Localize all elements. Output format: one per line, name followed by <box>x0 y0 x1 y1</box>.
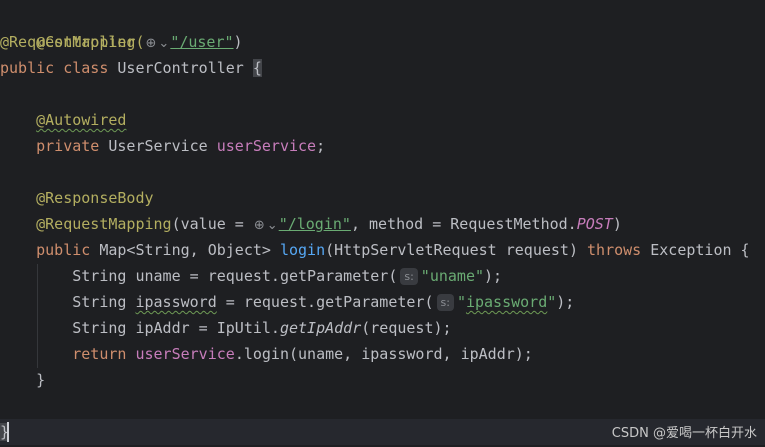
enum-constant: POST <box>576 215 613 233</box>
string-literal: " <box>456 293 466 311</box>
variable-name: ipassword <box>135 293 217 311</box>
code-line: String ipAddr = IpUtil.getIpAddr(request… <box>0 315 765 341</box>
code-text: .login(uname, ipassword, ipAddr); <box>234 345 533 363</box>
semicolon: ; <box>316 137 326 155</box>
code-text: ); <box>484 267 503 285</box>
class-name: UserController <box>117 59 244 77</box>
string-literal[interactable]: "/user" <box>170 33 233 51</box>
code-line: @RequestMapping(⊕ ⌄"/user") <box>0 29 765 55</box>
code-line: String uname = request.getParameter(s: "u… <box>0 263 765 289</box>
annotation: @RequestMapping( <box>0 33 145 51</box>
code-line: } <box>0 367 765 393</box>
keyword: public <box>0 59 55 77</box>
code-text: (HttpServletRequest request) <box>325 241 578 259</box>
field-name: userService <box>135 345 235 363</box>
indent-guide <box>37 264 38 368</box>
string-literal: " <box>547 293 557 311</box>
type-name: Map<String, Object> <box>99 241 271 259</box>
code-line: String ipassword = request.getParameter(… <box>0 289 765 315</box>
keyword: throws <box>587 241 642 259</box>
brace: { <box>252 59 262 77</box>
code-text: Exception { <box>650 241 750 259</box>
brace: } <box>36 371 46 389</box>
code-text: (value = <box>171 215 253 233</box>
code-line: @ResponseBody <box>0 185 765 211</box>
code-line: public class UserController { <box>0 55 765 81</box>
chevron-down-icon[interactable]: ⌄ <box>267 213 278 239</box>
annotation: @RequestMapping <box>36 215 172 233</box>
method-name: login <box>279 241 326 259</box>
code-line: @RequestMapping(value = ⊕ ⌄"/login", meth… <box>0 211 765 237</box>
code-line: @Controller <box>0 3 765 51</box>
string-literal: ipassword <box>465 293 548 311</box>
code-line: public Map<String, Object> login(HttpSer… <box>0 237 765 263</box>
annotation: @ResponseBody <box>36 189 154 207</box>
globe-icon[interactable]: ⊕ <box>254 213 265 239</box>
paren: ) <box>612 215 622 233</box>
field-name: userService <box>216 137 317 155</box>
string-literal[interactable]: "/login" <box>279 215 351 233</box>
text-caret <box>7 422 9 442</box>
inlay-hint: s: <box>400 268 418 285</box>
code-editor[interactable]: @Controller @RequestMapping(⊕ ⌄"/user") p… <box>0 0 765 447</box>
keyword: return <box>72 345 127 363</box>
code-line: @Autowired <box>0 107 765 133</box>
code-line: return userService.login(uname, ipasswor… <box>0 341 765 367</box>
watermark: CSDN @爱喝一杯白开水 <box>611 426 757 441</box>
code-text: = request.getParameter( <box>216 293 434 311</box>
keyword: class <box>63 59 109 77</box>
code-text: String ipAddr = IpUtil. <box>72 319 280 337</box>
keyword: public <box>36 241 91 259</box>
inlay-hint: s: <box>436 294 454 311</box>
annotation: @Autowired <box>36 111 127 129</box>
code-text: , method = RequestMethod. <box>350 215 577 233</box>
string-literal: "uname" <box>420 267 485 285</box>
code-text: ); <box>556 293 575 311</box>
chevron-down-icon[interactable]: ⌄ <box>158 31 169 57</box>
paren: ) <box>233 33 243 51</box>
code-line: private UserService userService; <box>0 133 765 159</box>
code-text: String <box>72 293 136 311</box>
code-text: (request); <box>361 319 452 337</box>
keyword: private <box>36 137 100 155</box>
code-text: String uname = request.getParameter( <box>72 267 398 285</box>
globe-icon[interactable]: ⊕ <box>146 31 157 57</box>
type-name: UserService <box>108 137 208 155</box>
static-method: getIpAddr <box>279 319 362 337</box>
